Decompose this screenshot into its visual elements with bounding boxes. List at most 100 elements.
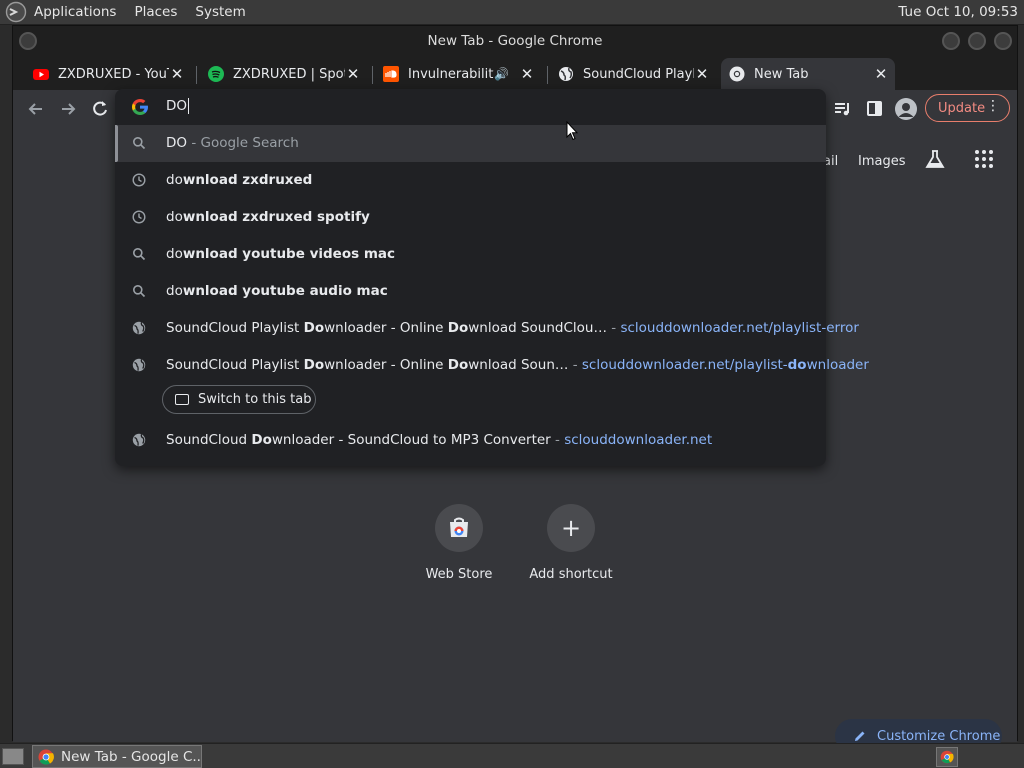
suggestion-text-part: Do	[447, 320, 469, 336]
suggestion-text-part: wnload zxdruxed	[182, 172, 313, 188]
suggestion-row[interactable]: download zxdruxed spotify	[115, 199, 826, 236]
tab-title: Invulnerability	[408, 66, 495, 82]
tray-chrome-icon[interactable]	[936, 747, 958, 767]
suggestion-text-part: do	[787, 357, 807, 373]
google-apps-icon[interactable]	[975, 150, 993, 168]
tab-close-icon[interactable]: ✕	[519, 65, 535, 83]
suggestion-text-part: DO	[166, 135, 188, 151]
search-icon	[132, 136, 146, 150]
media-controls-icon[interactable]	[833, 99, 853, 119]
tab-close-icon[interactable]: ✕	[873, 65, 889, 83]
taskbar-window-label: New Tab - Google C...	[61, 748, 202, 765]
tab-separator	[372, 66, 373, 84]
suggestion-text-part: SoundCloud Playlist	[166, 357, 304, 373]
tab-strip: ZXDRUXED - YouTu ✕ ZXDRUXED | Spotif ✕ I…	[13, 56, 1017, 114]
youtube-icon	[33, 69, 49, 80]
suggestion-text-part: sclouddownloader.net/playlist-error	[620, 320, 859, 336]
os-menu-system[interactable]: System	[195, 4, 245, 20]
tab-close-icon[interactable]: ✕	[169, 65, 185, 83]
update-button-label: Update	[938, 100, 986, 116]
search-icon	[132, 284, 146, 298]
minimize-button[interactable]	[942, 32, 960, 50]
show-desktop-icon[interactable]	[2, 748, 24, 765]
suggestion-text: download zxdruxed	[166, 172, 312, 188]
os-menu-places[interactable]: Places	[134, 4, 177, 20]
suggestion-text-part: wnloader - SoundCloud to MP3 Converter	[271, 432, 551, 448]
close-window-button[interactable]	[994, 32, 1012, 50]
back-arrow-icon[interactable]	[26, 99, 46, 119]
kebab-menu-icon[interactable]: ⋮	[986, 98, 1000, 114]
tab-new-tab[interactable]: New Tab ✕	[721, 58, 895, 90]
globe-icon	[132, 321, 146, 335]
window-titlebar[interactable]: New Tab - Google Chrome	[13, 26, 1017, 56]
suggestion-text-part: wnload Soun…	[468, 357, 569, 373]
suggestion-text-part: - Google Search	[187, 135, 299, 151]
reload-icon[interactable]	[90, 99, 110, 119]
taskbar-window-button[interactable]: New Tab - Google C...	[32, 745, 202, 768]
tab-title: ZXDRUXED | Spotif	[233, 66, 345, 82]
tab-soundcloud[interactable]: Invulnerability 🔊 ✕	[375, 58, 541, 90]
suggestion-text-part: do	[166, 246, 183, 262]
labs-flask-icon[interactable]	[924, 148, 946, 170]
update-button[interactable]: Update ⋮	[925, 94, 1010, 122]
globe-icon	[132, 433, 146, 447]
suggestion-text-part: -	[550, 432, 565, 448]
tab-close-icon[interactable]: ✕	[345, 65, 361, 83]
soundcloud-icon	[383, 66, 399, 82]
suggestion-text-part: SoundCloud	[166, 432, 252, 448]
suggestion-text-part: do	[166, 283, 183, 299]
suggestion-row[interactable]: SoundCloud Playlist Downloader - Online …	[115, 310, 859, 347]
os-menu-applications[interactable]: Applications	[34, 4, 116, 20]
maximize-button[interactable]	[968, 32, 986, 50]
profile-avatar-icon[interactable]	[895, 98, 917, 120]
shortcut-tile[interactable]	[435, 504, 483, 552]
suggestion-row[interactable]: download zxdruxed	[115, 162, 826, 199]
suggestion-text-part: wnloader - Online	[324, 357, 448, 373]
suggestion-text-part: -	[568, 357, 582, 373]
os-taskbar: New Tab - Google C...	[0, 743, 1024, 768]
suggestion-row[interactable]: DO - Google Search	[115, 125, 826, 162]
omnibox-input-row[interactable]: DO	[115, 89, 826, 125]
chrome-icon	[38, 749, 54, 765]
globe-icon	[132, 358, 146, 372]
suggestion-row[interactable]: download youtube videos mac	[115, 236, 826, 273]
mouse-cursor-icon	[566, 121, 578, 141]
shortcut-label: Web Store	[425, 567, 493, 582]
suggestion-text-part: do	[166, 172, 183, 188]
suggestion-text: DO - Google Search	[166, 135, 299, 151]
tab-youtube[interactable]: ZXDRUXED - YouTu ✕	[25, 58, 191, 90]
tab-separator	[547, 66, 548, 84]
tab-soundcloud-playlist[interactable]: SoundCloud Playlis ✕	[550, 58, 716, 90]
globe-icon	[559, 67, 573, 81]
suggestion-text-part: Do	[447, 357, 469, 373]
shortcut-add[interactable]: + Add shortcut	[523, 504, 619, 582]
window-menu-button[interactable]	[19, 32, 37, 50]
tab-spotify[interactable]: ZXDRUXED | Spotif ✕	[200, 58, 367, 90]
suggestion-text: SoundCloud Playlist Downloader - Online …	[166, 320, 859, 336]
suggestion-text-part: Do	[303, 320, 325, 336]
pencil-icon	[855, 731, 865, 741]
suggestion-row[interactable]: download youtube audio mac	[115, 273, 826, 310]
suggestion-row[interactable]: SoundCloud Downloader - SoundCloud to MP…	[115, 422, 826, 459]
speaker-icon[interactable]: 🔊	[494, 67, 509, 81]
shortcut-web-store[interactable]: Web Store	[411, 504, 507, 582]
side-panel-icon[interactable]	[867, 101, 882, 116]
images-link[interactable]: Images	[858, 154, 906, 169]
customize-chrome-label: Customize Chrome	[877, 728, 1001, 744]
suggestion-text-part: do	[166, 209, 183, 225]
forward-arrow-icon[interactable]	[58, 99, 78, 119]
suggestion-text: download youtube audio mac	[166, 283, 388, 299]
shortcut-tile[interactable]: +	[547, 504, 595, 552]
os-logo-icon[interactable]	[5, 1, 27, 23]
suggestion-row[interactable]: SoundCloud Playlist Downloader - Online …	[115, 347, 869, 384]
tab-separator	[196, 66, 197, 84]
suggestion-text: SoundCloud Downloader - SoundCloud to MP…	[166, 432, 712, 448]
switch-to-tab-button[interactable]: Switch to this tab	[162, 385, 316, 414]
os-clock[interactable]: Tue Oct 10, 09:53	[898, 4, 1018, 20]
tab-close-icon[interactable]: ✕	[694, 65, 710, 83]
omnibox-input[interactable]: DO	[166, 98, 190, 114]
suggestion-text-part: sclouddownloader.net	[564, 432, 713, 448]
tab-icon	[175, 394, 189, 405]
suggestion-text-part: Do	[251, 432, 272, 448]
history-clock-icon	[132, 210, 146, 224]
